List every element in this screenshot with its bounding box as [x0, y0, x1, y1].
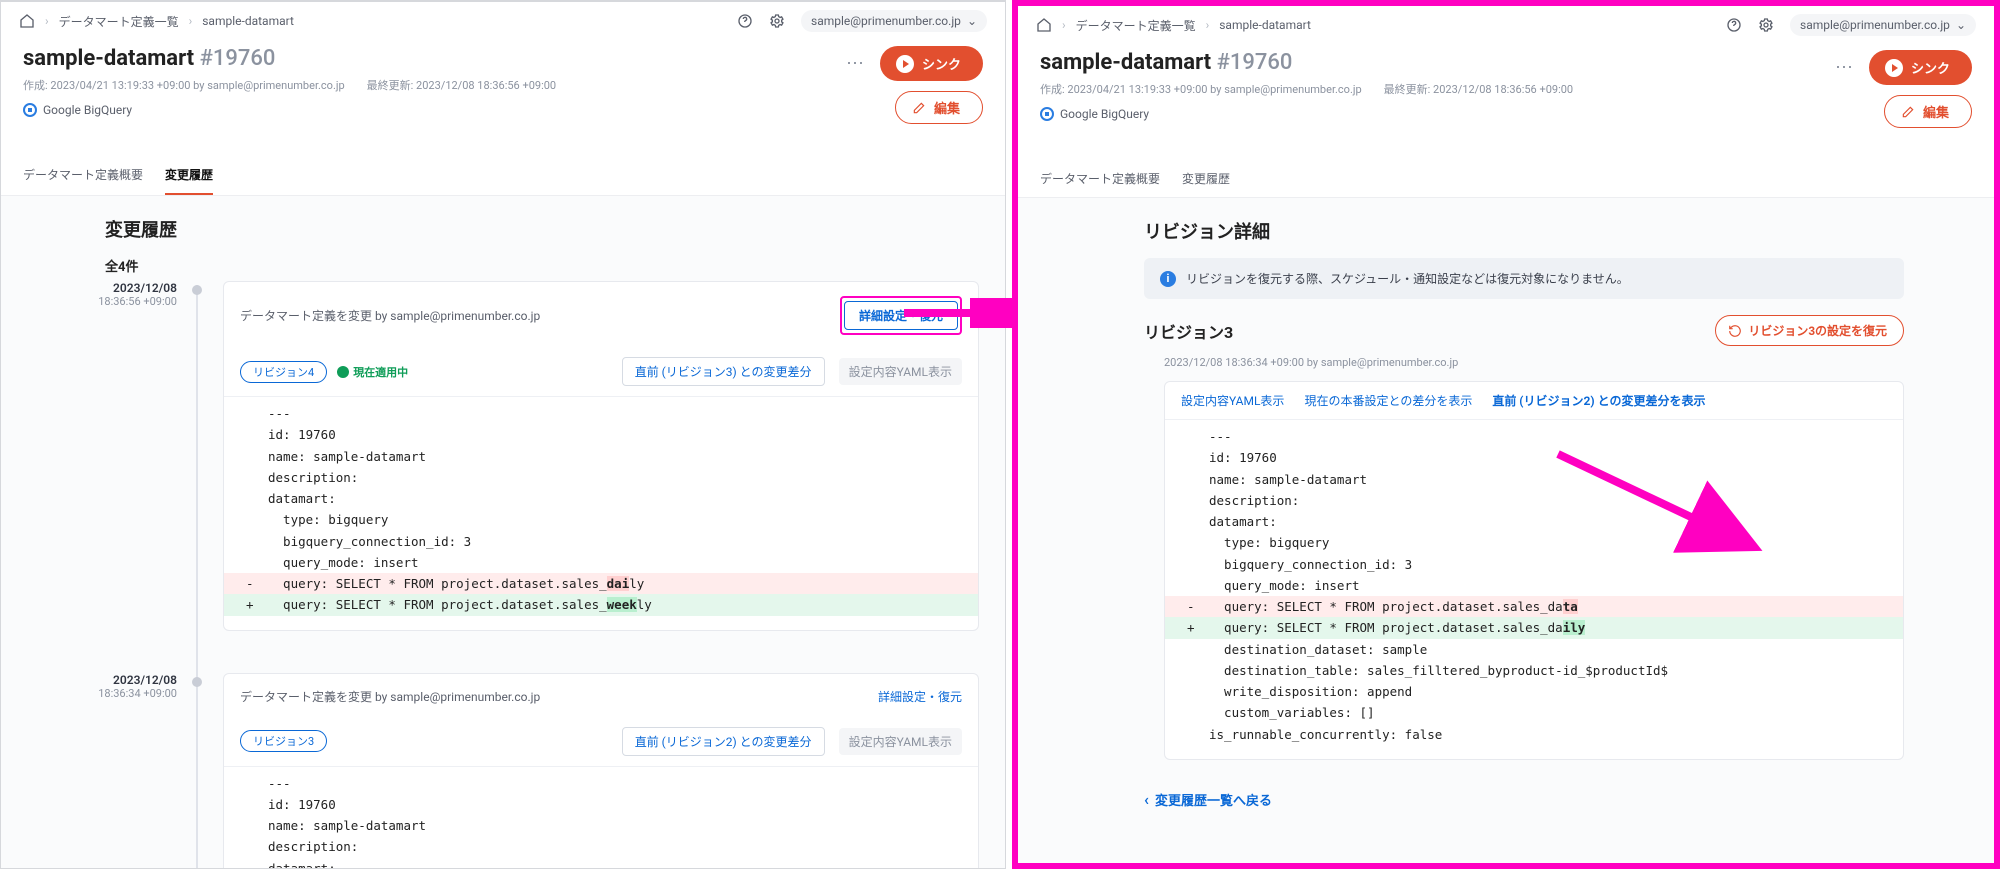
timeline-time: 18:36:34 +09:00 — [27, 687, 177, 700]
timeline-date: 2023/12/08 — [27, 281, 177, 295]
detail-restore-link[interactable]: 詳細設定・復元 — [878, 688, 962, 705]
breadcrumb-current: sample-datamart — [202, 14, 294, 28]
edit-button[interactable]: 編集 — [895, 91, 983, 124]
chevron-down-icon: ⌄ — [1956, 18, 1966, 32]
breadcrumb-list[interactable]: データマート定義一覧 — [59, 13, 179, 30]
bigquery-icon — [23, 103, 37, 117]
chevron-down-icon: ⌄ — [967, 14, 977, 28]
tab-history[interactable]: 変更履歴 — [1182, 160, 1230, 197]
restore-icon — [1728, 324, 1742, 338]
page-title: sample-datamart — [23, 46, 194, 71]
sink-button[interactable]: シンク — [1869, 50, 1972, 85]
timeline-time: 18:36:56 +09:00 — [27, 295, 177, 308]
diff-block: --- id: 19760 name: sample-datamart desc… — [1165, 420, 1903, 759]
help-icon[interactable] — [1726, 17, 1742, 33]
back-link[interactable]: 変更履歴一覧へ戻る — [1144, 790, 1272, 809]
breadcrumb-current: sample-datamart — [1219, 18, 1311, 32]
breadcrumb: › データマート定義一覧 › sample-datamart sample@pr… — [1018, 6, 1994, 44]
user-menu[interactable]: sample@primenumber.co.jp ⌄ — [801, 10, 987, 32]
tabs: データマート定義概要 変更履歴 — [1018, 160, 1994, 198]
breadcrumb: › データマート定義一覧 › sample-datamart sample@pr… — [1, 2, 1005, 40]
help-icon[interactable] — [737, 13, 753, 29]
tab-overview[interactable]: データマート定義概要 — [1040, 160, 1160, 197]
page-id: #19760 — [200, 46, 276, 71]
home-icon[interactable] — [1036, 17, 1052, 33]
tabs: データマート定義概要 変更履歴 — [1, 156, 1005, 196]
diff-prev-link[interactable]: 直前 (リビジョン3) との変更差分 — [622, 357, 825, 386]
history-count: 全4件 — [105, 256, 979, 275]
user-email: sample@primenumber.co.jp — [1800, 18, 1950, 32]
history-card: データマート定義を変更 by sample@primenumber.co.jp … — [223, 281, 979, 631]
detail-meta: 2023/12/08 18:36:34 +09:00 by sample@pri… — [1164, 356, 1968, 369]
pencil-icon — [912, 101, 926, 115]
user-menu[interactable]: sample@primenumber.co.jp ⌄ — [1790, 14, 1976, 36]
revision-pill[interactable]: リビジョン4 — [240, 361, 327, 383]
info-icon: i — [1160, 271, 1176, 287]
updated-meta: 最終更新: 2023/12/08 18:36:56 +09:00 — [367, 77, 556, 93]
sink-button[interactable]: シンク — [880, 46, 983, 81]
diff-prev-link[interactable]: 直前 (リビジョン2) との変更差分 — [622, 727, 825, 756]
bigquery-icon — [1040, 107, 1054, 121]
created-meta: 作成: 2023/04/21 13:19:33 +09:00 by sample… — [1040, 81, 1362, 97]
home-icon[interactable] — [19, 13, 35, 29]
page-title: sample-datamart — [1040, 50, 1211, 75]
source-label: Google BigQuery — [43, 103, 132, 117]
tab-prev-diff[interactable]: 直前 (リビジョン2) との変更差分を表示 — [1492, 392, 1705, 409]
changed-by: データマート定義を変更 by sample@primenumber.co.jp — [240, 307, 540, 324]
diff-block: --- id: 19760 name: sample-datamart desc… — [224, 766, 978, 869]
play-icon — [1885, 59, 1903, 77]
detail-card: 設定内容YAML表示 現在の本番設定との差分を表示 直前 (リビジョン2) との… — [1164, 381, 1904, 760]
detail-restore-link[interactable]: 詳細設定・復元 — [840, 296, 962, 335]
source-label: Google BigQuery — [1060, 107, 1149, 121]
gear-icon[interactable] — [769, 13, 785, 29]
page-id: #19760 — [1217, 50, 1293, 75]
pencil-icon — [1901, 105, 1915, 119]
detail-heading: リビジョン詳細 — [1144, 218, 1968, 244]
revision-title: リビジョン3 — [1144, 319, 1233, 343]
revision-pill[interactable]: リビジョン3 — [240, 730, 327, 752]
breadcrumb-list[interactable]: データマート定義一覧 — [1076, 17, 1196, 34]
info-banner: i リビジョンを復元する際、スケジュール・通知設定などは復元対象になりません。 — [1144, 258, 1904, 299]
timeline-date: 2023/12/08 — [27, 673, 177, 687]
gear-icon[interactable] — [1758, 17, 1774, 33]
more-menu[interactable]: ⋯ — [1835, 57, 1855, 78]
banner-text: リビジョンを復元する際、スケジュール・通知設定などは復元対象になりません。 — [1186, 270, 1629, 287]
edit-button[interactable]: 編集 — [1884, 95, 1972, 128]
history-card: データマート定義を変更 by sample@primenumber.co.jp … — [223, 673, 979, 869]
changed-by: データマート定義を変更 by sample@primenumber.co.jp — [240, 688, 540, 705]
tab-history[interactable]: 変更履歴 — [165, 156, 213, 195]
history-heading: 変更履歴 — [105, 216, 979, 242]
play-icon — [896, 55, 914, 73]
more-menu[interactable]: ⋯ — [846, 53, 866, 74]
tab-prod-diff[interactable]: 現在の本番設定との差分を表示 — [1304, 392, 1472, 409]
user-email: sample@primenumber.co.jp — [811, 14, 961, 28]
updated-meta: 最終更新: 2023/12/08 18:36:56 +09:00 — [1384, 81, 1573, 97]
yaml-btn[interactable]: 設定内容YAML表示 — [839, 358, 962, 385]
created-meta: 作成: 2023/04/21 13:19:33 +09:00 by sample… — [23, 77, 345, 93]
diff-block: --- id: 19760 name: sample-datamart desc… — [224, 396, 978, 630]
current-badge: 現在適用中 — [337, 364, 408, 380]
tab-yaml[interactable]: 設定内容YAML表示 — [1181, 392, 1284, 409]
yaml-btn[interactable]: 設定内容YAML表示 — [839, 728, 962, 755]
restore-button[interactable]: リビジョン3の設定を復元 — [1715, 315, 1904, 346]
tab-overview[interactable]: データマート定義概要 — [23, 156, 143, 195]
